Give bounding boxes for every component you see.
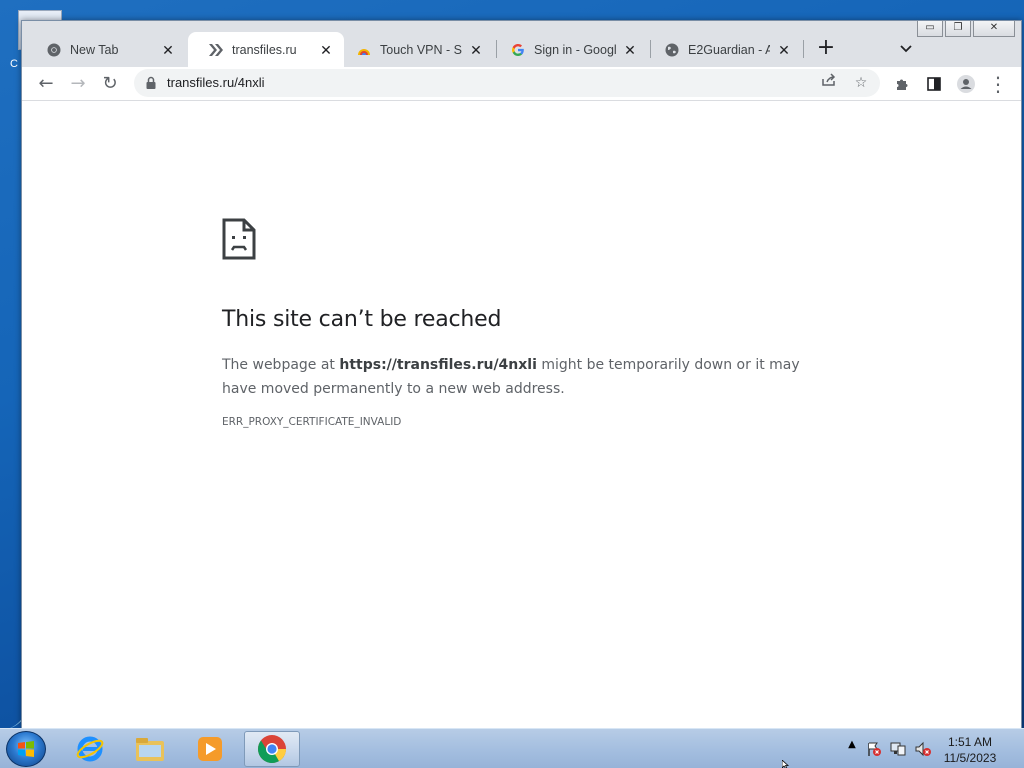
network-icon[interactable]	[890, 741, 906, 757]
clock-date: 11/5/2023	[943, 751, 997, 765]
side-panel-icon[interactable]	[920, 70, 948, 98]
tab-close-icon[interactable]: ✕	[622, 42, 638, 58]
tab-close-icon[interactable]: ✕	[160, 42, 176, 58]
windows-logo-icon	[18, 741, 34, 757]
tab-close-icon[interactable]: ✕	[776, 42, 792, 58]
browser-toolbar: ← → ↻ transfiles.ru/4nxli ☆ ⋮	[22, 67, 1021, 101]
tab-close-icon[interactable]: ✕	[318, 42, 334, 58]
show-hidden-icons-icon[interactable]: ▲	[844, 739, 860, 755]
touch-vpn-icon	[356, 42, 372, 58]
mouse-cursor-icon	[782, 760, 790, 768]
window-controls: ▭ ❐ ✕	[917, 21, 1015, 37]
sad-document-icon	[222, 218, 256, 260]
profile-icon[interactable]	[952, 70, 980, 98]
error-description: The webpage at https://transfiles.ru/4nx…	[222, 353, 812, 401]
close-window-button[interactable]: ✕	[973, 21, 1015, 37]
minimize-button[interactable]: ▭	[917, 21, 943, 37]
start-button[interactable]	[6, 731, 46, 767]
error-code: ERR_PROXY_CERTIFICATE_INVALID	[222, 416, 402, 428]
taskbar: ▲ 1:51 AM 11/5/2023	[0, 728, 1024, 768]
tab-close-icon[interactable]: ✕	[468, 42, 484, 58]
file-explorer-icon[interactable]	[122, 731, 178, 767]
tab-label: New Tab	[70, 42, 119, 57]
chrome-icon	[46, 42, 62, 58]
media-player-icon[interactable]	[182, 731, 238, 767]
action-center-flag-icon[interactable]	[866, 741, 882, 757]
google-icon	[510, 42, 526, 58]
error-title: This site can’t be reached	[222, 307, 502, 332]
system-clock[interactable]: 1:51 AM 11/5/2023	[930, 734, 1010, 766]
new-tab-button[interactable]: +	[812, 35, 840, 63]
puzzle-icon[interactable]	[888, 70, 916, 98]
restore-button[interactable]: ❐	[945, 21, 971, 37]
url-text[interactable]: transfiles.ru/4nxli	[167, 75, 265, 90]
forward-chevrons-icon	[208, 42, 224, 58]
volume-muted-icon[interactable]	[914, 741, 931, 757]
chrome-taskbar-icon[interactable]	[244, 731, 300, 767]
tab-separator	[650, 40, 651, 58]
tab-separator	[496, 40, 497, 58]
tab-label: E2Guardian - Acc	[688, 42, 770, 57]
tab-label: transfiles.ru	[232, 42, 297, 57]
error-url: https://transfiles.ru/4nxli	[339, 357, 537, 373]
tab-transfiles[interactable]: transfiles.ru ✕	[188, 32, 344, 67]
tab-search-button[interactable]	[892, 35, 920, 63]
tab-strip: New Tab ✕ transfiles.ru ✕ Touch VPN - S …	[22, 21, 1021, 67]
menu-button[interactable]: ⋮	[984, 70, 1012, 98]
error-body-prefix: The webpage at	[222, 357, 340, 373]
tab-separator	[803, 40, 804, 58]
clock-time: 1:51 AM	[947, 735, 993, 749]
tab-e2guardian[interactable]: E2Guardian - Acc ✕	[652, 32, 802, 67]
tab-label: Touch VPN - Secu	[380, 42, 462, 57]
tab-google-sign-in[interactable]: Sign in - Google ✕	[498, 32, 648, 67]
chrome-window: New Tab ✕ transfiles.ru ✕ Touch VPN - S …	[21, 20, 1022, 729]
back-button[interactable]: ←	[32, 70, 60, 98]
forward-button[interactable]: →	[64, 70, 92, 98]
tab-touch-vpn[interactable]: Touch VPN - Secu ✕	[344, 32, 494, 67]
tab-new-tab[interactable]: New Tab ✕	[26, 32, 186, 67]
address-bar[interactable]: transfiles.ru/4nxli ☆	[134, 69, 880, 97]
internet-explorer-icon[interactable]	[62, 731, 118, 767]
share-icon[interactable]	[818, 73, 840, 93]
star-icon[interactable]: ☆	[850, 73, 872, 93]
page-content: This site can’t be reached The webpage a…	[22, 101, 1021, 729]
lock-icon[interactable]	[144, 76, 158, 90]
reload-button[interactable]: ↻	[96, 70, 124, 98]
globe-icon	[664, 42, 680, 58]
tab-label: Sign in - Google	[534, 42, 616, 57]
chevron-down-icon	[900, 45, 912, 53]
desktop-icon-label-fragment: C	[10, 58, 18, 70]
